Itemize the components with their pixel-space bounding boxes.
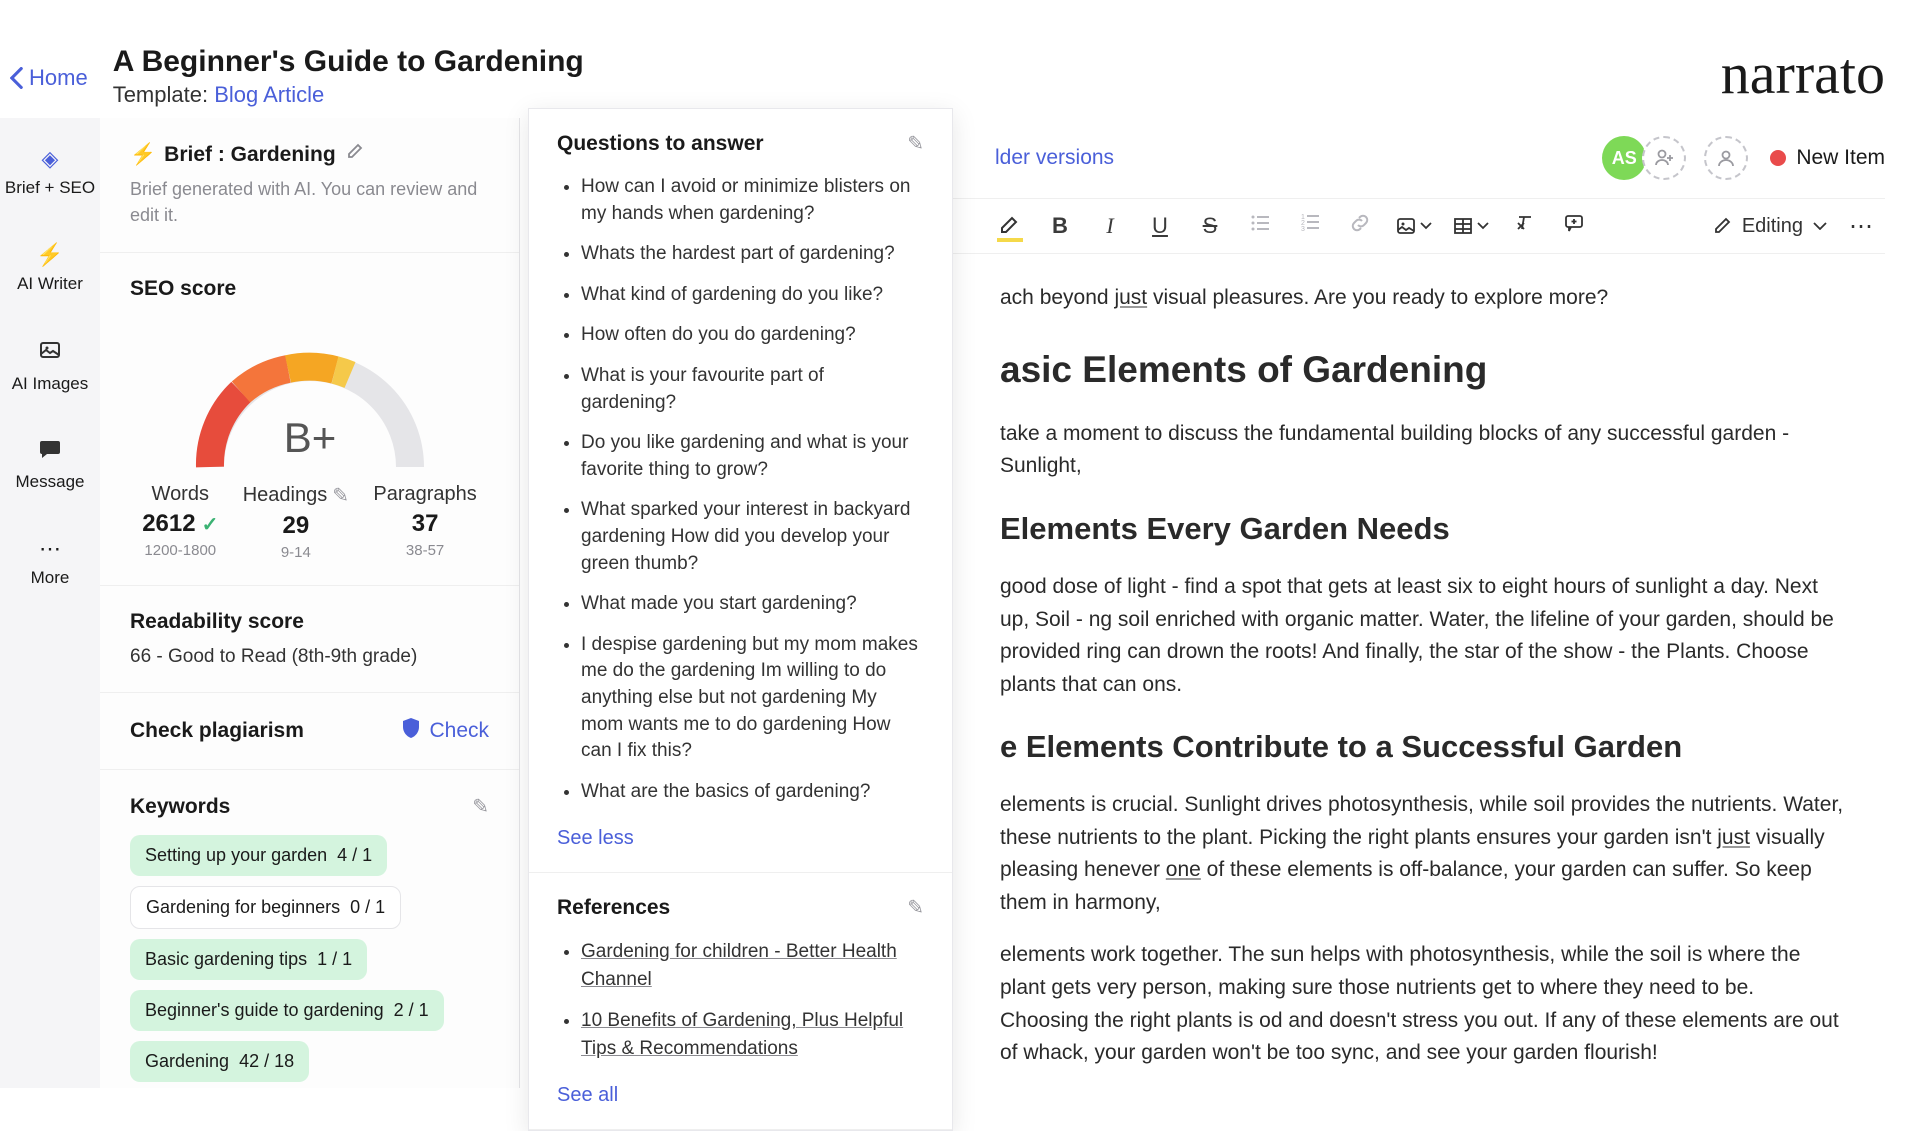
brief-title: Brief : Gardening <box>164 143 336 167</box>
rail-brief-seo[interactable]: ◈ Brief + SEO <box>0 138 100 206</box>
keyword-pill[interactable]: Basic gardening tips1 / 1 <box>130 939 367 980</box>
svg-text:3: 3 <box>1301 226 1305 233</box>
see-less-link[interactable]: See less <box>557 827 634 850</box>
readability-value: 66 - Good to Read (8th-9th grade) <box>130 646 489 668</box>
reference-link[interactable]: Gardening for children - Better Health C… <box>581 941 897 990</box>
rail-more[interactable]: ⋯ More <box>0 528 100 596</box>
more-icon: ⋯ <box>39 536 61 562</box>
reference-link[interactable]: 10 Benefits of Gardening, Plus Helpful T… <box>581 1010 903 1059</box>
keyword-pill[interactable]: Setting up your garden4 / 1 <box>130 835 387 876</box>
edit-questions-icon[interactable]: ✎ <box>907 131 924 156</box>
question-item: What made you start gardening? <box>581 591 924 618</box>
check-icon: ✓ <box>202 512 219 537</box>
numbered-list-button[interactable]: 123 <box>1295 212 1325 240</box>
italic-button[interactable]: I <box>1095 213 1125 239</box>
assignee-slot[interactable] <box>1704 136 1748 180</box>
questions-title: Questions to answer <box>557 132 764 156</box>
lightning-icon: ⚡ <box>36 242 63 268</box>
heading-elements-needs: Elements Every Garden Needs <box>1000 505 1845 553</box>
question-item: I despise gardening but my mom makes me … <box>581 632 924 765</box>
keyword-pill[interactable]: Beginner's guide to gardening2 / 1 <box>130 990 444 1031</box>
question-item: Whats the hardest part of gardening? <box>581 241 924 268</box>
image-button[interactable] <box>1395 215 1432 237</box>
pencil-icon[interactable]: ✎ <box>332 483 349 508</box>
highlight-button[interactable] <box>995 212 1025 240</box>
edit-keywords-icon[interactable]: ✎ <box>472 794 489 819</box>
seo-panel: ⚡ Brief : Gardening Brief generated with… <box>100 118 520 1088</box>
message-icon <box>38 438 62 466</box>
see-all-link[interactable]: See all <box>557 1084 618 1107</box>
bold-button[interactable]: B <box>1045 213 1075 239</box>
plagiarism-title: Check plagiarism <box>130 719 304 743</box>
reference-item: Gardening for children - Better Health C… <box>581 938 924 993</box>
toolbar-more-button[interactable]: ⋯ <box>1849 212 1875 241</box>
template-prefix: Template: <box>113 82 215 107</box>
heading-contribute: e Elements Contribute to a Successful Ga… <box>1000 723 1845 771</box>
pencil-icon <box>1712 216 1732 236</box>
metric-paragraphs: Paragraphs 37 38-57 <box>373 483 476 561</box>
question-item: How can I avoid or minimize blisters on … <box>581 174 924 227</box>
lightning-icon: ⚡ <box>130 143 156 167</box>
table-button[interactable] <box>1452 215 1489 237</box>
status-dropdown[interactable]: New Item <box>1770 146 1885 170</box>
logo: narrato <box>1721 45 1885 103</box>
keyword-pill[interactable]: Gardening42 / 18 <box>130 1041 309 1082</box>
older-versions-link[interactable]: lder versions <box>995 146 1114 170</box>
image-icon <box>38 338 62 368</box>
brief-subtitle: Brief generated with AI. You can review … <box>130 176 489 228</box>
left-rail: ◈ Brief + SEO ⚡ AI Writer AI Images Mess… <box>0 118 100 1088</box>
home-link[interactable]: Home <box>10 65 88 91</box>
rail-ai-images[interactable]: AI Images <box>0 330 100 402</box>
seo-gauge: B+ <box>170 317 450 477</box>
metric-words: Words 2612✓ 1200-1800 <box>142 483 218 561</box>
template-link[interactable]: Blog Article <box>214 82 324 107</box>
references-title: References <box>557 896 670 920</box>
comment-button[interactable] <box>1559 212 1589 240</box>
bullet-list-button[interactable] <box>1245 212 1275 240</box>
question-item: How often do you do gardening? <box>581 322 924 349</box>
strikethrough-button[interactable]: S <box>1195 213 1225 239</box>
question-item: What sparked your interest in backyard g… <box>581 497 924 577</box>
seo-score-title: SEO score <box>130 277 489 301</box>
rail-ai-writer[interactable]: ⚡ AI Writer <box>0 234 100 302</box>
rail-message[interactable]: Message <box>0 430 100 500</box>
avatar[interactable]: AS <box>1602 136 1646 180</box>
metric-headings: Headings ✎ 29 9-14 <box>243 483 349 561</box>
clear-format-button[interactable] <box>1509 212 1539 240</box>
add-user-button[interactable] <box>1642 136 1686 180</box>
svg-text:B+: B+ <box>283 414 336 461</box>
status-dot-icon <box>1770 150 1786 166</box>
heading-basic-elements: asic Elements of Gardening <box>1000 341 1845 398</box>
page-title: A Beginner's Guide to Gardening <box>113 45 584 79</box>
edit-references-icon[interactable]: ✎ <box>907 895 924 920</box>
edit-brief-icon[interactable] <box>344 142 364 168</box>
reference-item: 10 Benefits of Gardening, Plus Helpful T… <box>581 1007 924 1062</box>
check-plagiarism-button[interactable]: Check <box>401 717 489 745</box>
editing-mode-dropdown[interactable]: Editing <box>1712 215 1827 238</box>
questions-panel: Questions to answer ✎ How can I avoid or… <box>528 108 953 1131</box>
question-item: What is your favourite part of gardening… <box>581 363 924 416</box>
underline-button[interactable]: U <box>1145 213 1175 239</box>
home-label: Home <box>29 65 88 91</box>
question-item: What are the basics of gardening? <box>581 779 924 806</box>
question-item: What kind of gardening do you like? <box>581 282 924 309</box>
target-icon: ◈ <box>42 146 59 172</box>
keywords-title: Keywords <box>130 795 230 819</box>
keyword-pill[interactable]: Gardening for beginners0 / 1 <box>130 886 401 929</box>
question-item: Do you like gardening and what is your f… <box>581 430 924 483</box>
link-button[interactable] <box>1345 212 1375 240</box>
shield-icon <box>401 717 421 745</box>
readability-title: Readability score <box>130 610 489 634</box>
avatar-group: AS <box>1602 136 1686 180</box>
